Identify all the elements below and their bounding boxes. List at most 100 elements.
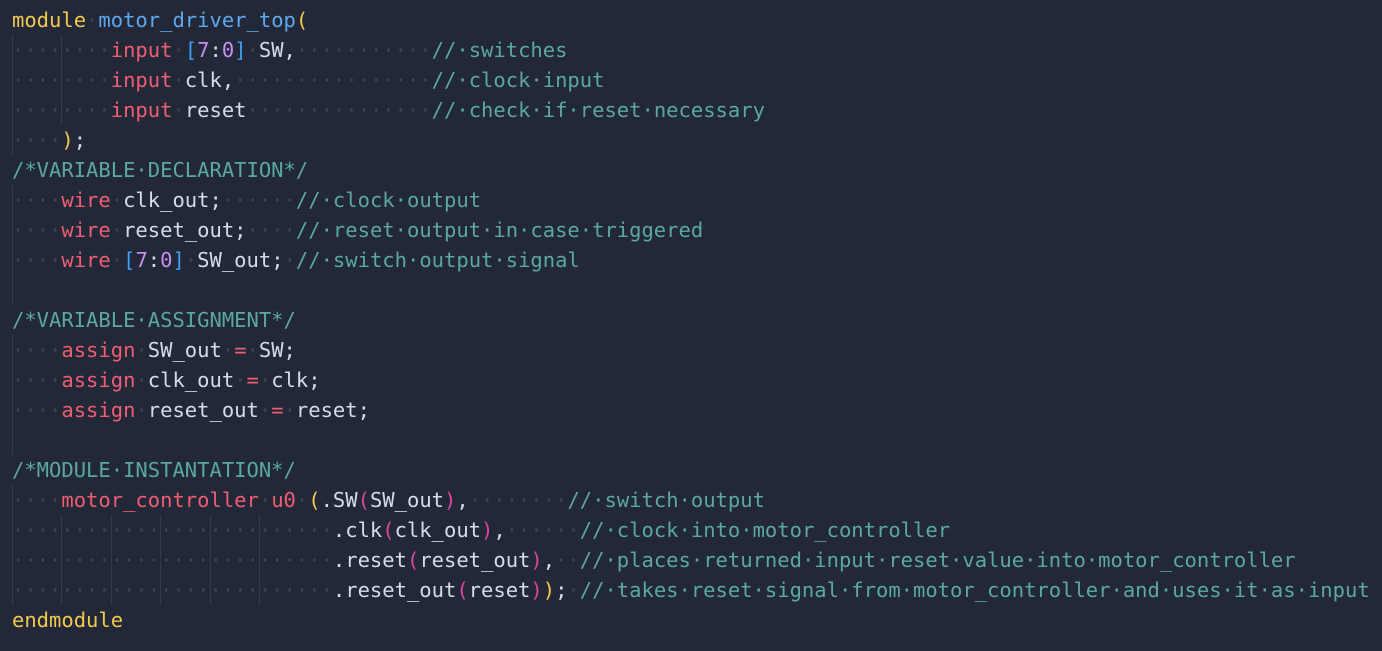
code-token: , (542, 548, 556, 572)
whitespace-dots: ···· (12, 398, 62, 422)
whitespace-dots: ···· (12, 218, 62, 242)
code-line[interactable]: module·motor_driver_top( (0, 5, 1382, 35)
whitespace-dots: · (135, 398, 148, 422)
whitespace-dots: ········ (12, 68, 111, 92)
whitespace-dots: · (110, 188, 124, 212)
code-line[interactable]: ··························.clk(clk_out),… (0, 515, 1382, 545)
whitespace-dots: ···· (12, 128, 62, 152)
whitespace-dots: ··········· (295, 38, 432, 62)
code-line[interactable]: /*VARIABLE·ASSIGNMENT*/ (0, 305, 1382, 335)
whitespace-dots: · (135, 338, 148, 362)
code-bracket: ] (234, 38, 247, 62)
code-token: : (209, 38, 222, 62)
code-bracket: ( (456, 578, 469, 602)
whitespace-dots: ···· (246, 218, 296, 242)
code-line[interactable]: ··························.reset_out(res… (0, 575, 1382, 605)
code-comment: //·check·if·reset·necessary (431, 98, 765, 122)
code-keyword: input (110, 98, 173, 122)
whitespace-dots: · (258, 488, 272, 512)
code-keyword: endmodule (12, 608, 124, 632)
code-token: reset_out (419, 548, 531, 572)
whitespace-dots: ········ (12, 38, 111, 62)
code-token: , (456, 488, 469, 512)
code-bracket: ( (357, 488, 370, 512)
code-bracket: ) (542, 578, 556, 602)
code-line[interactable]: ····assign·SW_out·=·SW; (0, 335, 1382, 365)
whitespace-dots: · (234, 368, 247, 392)
code-line[interactable]: ········input·clk,················//·clo… (0, 65, 1382, 95)
code-module-name: motor_driver_top (98, 8, 296, 32)
code-bracket: ( (382, 518, 395, 542)
code-number: 7 (197, 38, 210, 62)
code-bracket: ) (530, 548, 543, 572)
code-bracket: ( (308, 488, 321, 512)
whitespace-dots: ·························· (12, 578, 333, 602)
code-line[interactable] (0, 275, 1382, 305)
code-keyword: assign (61, 338, 136, 362)
code-comment: //·places·returned·input·reset·value·int… (579, 548, 1296, 572)
code-comment: /*VARIABLE·DECLARATION*/ (12, 158, 309, 182)
code-line[interactable]: ····); (0, 125, 1382, 155)
code-token: = (246, 368, 259, 392)
whitespace-dots: ···· (12, 248, 62, 272)
code-line[interactable]: ········input·reset···············//·che… (0, 95, 1382, 125)
indent-guide (12, 425, 13, 455)
code-token: clk, (184, 68, 235, 92)
whitespace-dots: ········ (12, 98, 111, 122)
code-bracket: ) (444, 488, 457, 512)
code-token: SW, (258, 38, 296, 62)
whitespace-dots: ··············· (246, 98, 432, 122)
code-line[interactable]: ····assign·reset_out·=·reset; (0, 395, 1382, 425)
code-line[interactable]: ····assign·clk_out·=·clk; (0, 365, 1382, 395)
code-number: 0 (160, 248, 173, 272)
whitespace-dots: · (221, 338, 235, 362)
code-number: 7 (135, 248, 148, 272)
code-keyword: assign (61, 368, 136, 392)
code-token: clk; (271, 368, 321, 392)
code-comment: //·takes·reset·signal·from·motor_control… (579, 578, 1370, 602)
code-line[interactable]: endmodule (0, 605, 1382, 635)
code-comment: /*MODULE·INSTANTATION*/ (12, 458, 296, 482)
code-bracket: ) (481, 518, 494, 542)
code-token: reset (184, 98, 247, 122)
code-line[interactable]: ····wire·reset_out;····//·reset·output·i… (0, 215, 1382, 245)
code-comment: //·switch·output·signal (295, 248, 580, 272)
code-token: reset_out; (123, 218, 247, 242)
whitespace-dots: ········ (468, 488, 568, 512)
code-line[interactable]: ········input·[7:0]·SW,···········//·swi… (0, 35, 1382, 65)
code-token: = (271, 398, 284, 422)
code-bracket: ) (530, 578, 543, 602)
code-token: clk_out (147, 368, 235, 392)
whitespace-dots: · (258, 368, 272, 392)
whitespace-dots: ···· (12, 338, 62, 362)
whitespace-dots: · (110, 248, 124, 272)
code-line[interactable]: /*VARIABLE·DECLARATION*/ (0, 155, 1382, 185)
code-keyword: wire (61, 218, 111, 242)
whitespace-dots: · (135, 368, 148, 392)
code-token: .reset (332, 548, 407, 572)
code-line[interactable]: /*MODULE·INSTANTATION*/ (0, 455, 1382, 485)
code-line[interactable]: ····wire·[7:0]·SW_out;·//·switch·output·… (0, 245, 1382, 275)
code-number: 0 (221, 38, 235, 62)
code-line[interactable]: ····motor_controller·u0·(.SW(SW_out),···… (0, 485, 1382, 515)
code-token: .SW (320, 488, 358, 512)
whitespace-dots: · (283, 248, 296, 272)
code-line[interactable]: ····wire·clk_out;······//·clock·output (0, 185, 1382, 215)
code-token: = (234, 338, 247, 362)
code-token: clk_out; (123, 188, 222, 212)
whitespace-dots: · (184, 248, 198, 272)
code-token: reset_out (147, 398, 259, 422)
whitespace-dots: · (567, 578, 580, 602)
whitespace-dots: · (283, 398, 296, 422)
code-line[interactable] (0, 425, 1382, 455)
code-keyword: wire (61, 188, 111, 212)
code-line[interactable]: ··························.reset(reset_o… (0, 545, 1382, 575)
code-bracket: ] (172, 248, 185, 272)
code-comment: /*VARIABLE·ASSIGNMENT*/ (12, 308, 296, 332)
whitespace-dots: · (172, 98, 185, 122)
code-comment: //·clock·into·motor_controller (579, 518, 951, 542)
whitespace-dots: · (172, 68, 185, 92)
code-keyword: input (110, 68, 173, 92)
code-editor[interactable]: module·motor_driver_top(········input·[7… (0, 5, 1382, 635)
code-keyword: wire (61, 248, 111, 272)
